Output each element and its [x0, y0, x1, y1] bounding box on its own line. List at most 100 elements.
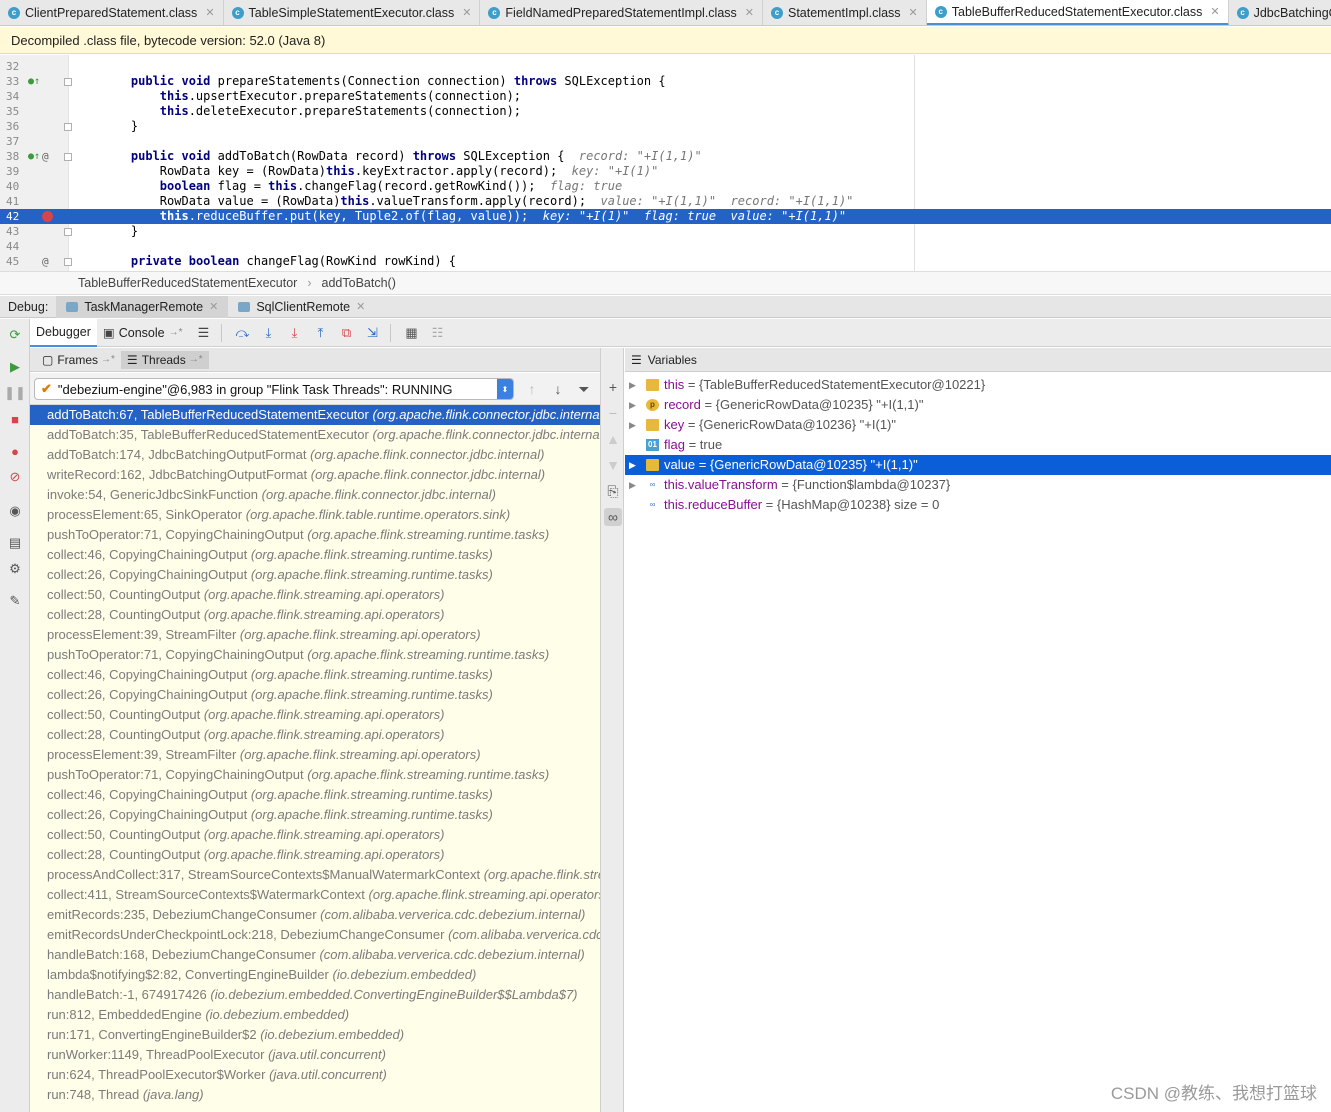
- resume-icon[interactable]: ▶: [7, 359, 23, 375]
- stack-frame[interactable]: pushToOperator:71, CopyingChainingOutput…: [30, 645, 600, 665]
- code-line[interactable]: 39 RowData key = (RowData)this.keyExtrac…: [0, 164, 1331, 179]
- run-to-cursor-icon[interactable]: ⇲: [362, 322, 384, 344]
- editor-tab[interactable]: c TableSimpleStatementExecutor.class ✕: [224, 0, 481, 25]
- variable-row[interactable]: ▶ ∞ this.valueTransform = {Function$lambda…: [625, 475, 1331, 495]
- gear-icon[interactable]: ⚙: [7, 561, 23, 577]
- stack-frame[interactable]: addToBatch:174, JdbcBatchingOutputFormat…: [30, 445, 600, 465]
- close-icon[interactable]: ✕: [1210, 5, 1219, 18]
- tab-session-sqlclientremote[interactable]: SqlClientRemote ✕: [228, 296, 375, 318]
- editor-tab[interactable]: c FieldNamedPreparedStatementImpl.class ✕: [480, 0, 763, 25]
- stack-frame[interactable]: pushToOperator:71, CopyingChainingOutput…: [30, 765, 600, 785]
- tab-frames[interactable]: ▢ Frames →*: [36, 351, 121, 369]
- show-execution-point-icon[interactable]: ☰: [193, 322, 215, 344]
- stack-frame[interactable]: handleBatch:168, DebeziumChangeConsumer …: [30, 945, 600, 965]
- editor-tab[interactable]: c ClientPreparedStatement.class ✕: [0, 0, 224, 25]
- stack-frame[interactable]: invoke:54, GenericJdbcSinkFunction (org.…: [30, 485, 600, 505]
- stack-frame[interactable]: processElement:65, SinkOperator (org.apa…: [30, 505, 600, 525]
- stack-frame[interactable]: emitRecords:235, DebeziumChangeConsumer …: [30, 905, 600, 925]
- code-line[interactable]: 40 boolean flag = this.changeFlag(record…: [0, 179, 1331, 194]
- variable-row[interactable]: ▶ p record = {GenericRowData@10235} "+I(1,…: [625, 395, 1331, 415]
- stack-frame[interactable]: collect:28, CountingOutput (org.apache.f…: [30, 725, 600, 745]
- stack-frame[interactable]: lambda$notifying$2:82, ConvertingEngineB…: [30, 965, 600, 985]
- step-over-icon[interactable]: ⤼: [232, 322, 254, 344]
- stack-frame[interactable]: collect:50, CountingOutput (org.apache.f…: [30, 585, 600, 605]
- arrow-down-icon[interactable]: ↓: [550, 380, 566, 398]
- thread-dropdown[interactable]: ✔ "debezium-engine"@6,983 in group "Flin…: [34, 378, 514, 400]
- rerun-icon[interactable]: ⟳: [7, 327, 23, 343]
- stack-frame[interactable]: collect:50, CountingOutput (org.apache.f…: [30, 705, 600, 725]
- code-line[interactable]: 35 this.deleteExecutor.prepareStatements…: [0, 104, 1331, 119]
- close-icon[interactable]: ✕: [462, 6, 471, 19]
- variable-row[interactable]: ∞ this.reduceBuffer = {HashMap@10238} siz…: [625, 495, 1331, 515]
- layout-icon[interactable]: ▤: [7, 535, 23, 551]
- expand-arrow-icon[interactable]: ▶: [629, 455, 639, 475]
- stack-frame[interactable]: handleBatch:-1, 674917426 (io.debezium.e…: [30, 985, 600, 1005]
- stack-frames-list[interactable]: addToBatch:67, TableBufferReducedStateme…: [30, 405, 600, 1112]
- stack-frame[interactable]: collect:26, CopyingChainingOutput (org.a…: [30, 685, 600, 705]
- stack-frame[interactable]: processElement:39, StreamFilter (org.apa…: [30, 625, 600, 645]
- close-icon[interactable]: ✕: [745, 6, 754, 19]
- stop-icon[interactable]: ■: [7, 411, 23, 427]
- stack-frame[interactable]: run:624, ThreadPoolExecutor$Worker (java…: [30, 1065, 600, 1085]
- expand-arrow-icon[interactable]: ▶: [629, 415, 639, 435]
- code-line[interactable]: 36 }: [0, 119, 1331, 134]
- breakpoint-icon[interactable]: [42, 211, 53, 222]
- stack-frame[interactable]: collect:411, StreamSourceContexts$Waterm…: [30, 885, 600, 905]
- stack-frame[interactable]: addToBatch:67, TableBufferReducedStateme…: [30, 405, 600, 425]
- stack-frame[interactable]: collect:28, CountingOutput (org.apache.f…: [30, 605, 600, 625]
- stack-frame[interactable]: collect:28, CountingOutput (org.apache.f…: [30, 845, 600, 865]
- tab-console[interactable]: ▣ Console →*: [97, 319, 189, 347]
- show-watches-icon[interactable]: ∞: [604, 508, 622, 526]
- fold-marker-icon[interactable]: [64, 258, 72, 266]
- stack-frame[interactable]: runWorker:1149, ThreadPoolExecutor (java…: [30, 1045, 600, 1065]
- variable-row[interactable]: ▶ value = {GenericRowData@10235} "+I(1,1)…: [625, 455, 1331, 475]
- drop-frame-icon[interactable]: ⧉: [336, 322, 358, 344]
- stack-frame[interactable]: processElement:39, StreamFilter (org.apa…: [30, 745, 600, 765]
- implements-method-icon[interactable]: ●↑: [28, 74, 40, 89]
- stack-frame[interactable]: run:812, EmbeddedEngine (io.debezium.emb…: [30, 1005, 600, 1025]
- code-line[interactable]: 45 @ private boolean changeFlag(RowKind r…: [0, 254, 1331, 269]
- tab-debugger[interactable]: Debugger: [30, 318, 97, 347]
- arrow-up-icon[interactable]: ↑: [524, 380, 540, 398]
- stack-frame[interactable]: run:171, ConvertingEngineBuilder$2 (io.d…: [30, 1025, 600, 1045]
- breadcrumb-class[interactable]: TableBufferReducedStatementExecutor: [78, 276, 297, 290]
- tab-threads[interactable]: ☰ Threads →*: [120, 350, 209, 369]
- fold-marker-icon[interactable]: [64, 123, 72, 131]
- fold-marker-icon[interactable]: [64, 228, 72, 236]
- editor-tab[interactable]: c StatementImpl.class ✕: [763, 0, 927, 25]
- close-icon[interactable]: ✕: [209, 300, 218, 313]
- stack-frame[interactable]: writeRecord:162, JdbcBatchingOutputForma…: [30, 465, 600, 485]
- pin-icon[interactable]: ✎: [7, 593, 23, 609]
- expand-arrow-icon[interactable]: ▶: [629, 475, 639, 495]
- stack-frame[interactable]: run:748, Thread (java.lang): [30, 1085, 600, 1105]
- remove-watch-icon[interactable]: −: [604, 404, 622, 422]
- stack-frame[interactable]: collect:50, CountingOutput (org.apache.f…: [30, 825, 600, 845]
- code-line[interactable]: 37: [0, 134, 1331, 149]
- close-icon[interactable]: ✕: [205, 6, 214, 19]
- copy-icon[interactable]: ⎘: [604, 482, 622, 500]
- stack-frame[interactable]: collect:46, CopyingChainingOutput (org.a…: [30, 665, 600, 685]
- stack-frame[interactable]: emitRecordsUnderCheckpointLock:218, Debe…: [30, 925, 600, 945]
- step-out-icon[interactable]: ⤒: [310, 322, 332, 344]
- code-line[interactable]: 42 this.reduceBuffer.put(key, Tuple2.of(…: [0, 209, 1331, 224]
- force-step-into-icon[interactable]: ⤓: [284, 322, 306, 344]
- filter-icon[interactable]: ⏷: [576, 380, 592, 398]
- fold-marker-icon[interactable]: [64, 78, 72, 86]
- variable-row[interactable]: ▶ this = {TableBufferReducedStatementExec…: [625, 375, 1331, 395]
- variables-tree[interactable]: ▶ this = {TableBufferReducedStatementExec…: [625, 375, 1331, 1112]
- code-line[interactable]: 32: [0, 59, 1331, 74]
- code-line[interactable]: 43 }: [0, 224, 1331, 239]
- camera-icon[interactable]: ◉: [7, 503, 23, 519]
- stack-frame[interactable]: collect:46, CopyingChainingOutput (org.a…: [30, 545, 600, 565]
- mute-breakpoints-icon[interactable]: ⊘: [7, 469, 23, 485]
- add-watch-icon[interactable]: +: [604, 378, 622, 396]
- fold-marker-icon[interactable]: [64, 153, 72, 161]
- close-icon[interactable]: ✕: [909, 6, 918, 19]
- editor-tab[interactable]: cJdbcBatchingOutputFormat.class✕: [1229, 0, 1331, 25]
- pause-icon[interactable]: ❚❚: [4, 385, 26, 401]
- expand-arrow-icon[interactable]: ▶: [629, 395, 639, 415]
- implements-method-icon[interactable]: ●↑: [28, 149, 40, 164]
- stack-frame[interactable]: pushToOperator:71, CopyingChainingOutput…: [30, 525, 600, 545]
- step-into-icon[interactable]: ⤓: [258, 322, 280, 344]
- editor-tab[interactable]: c TableBufferReducedStatementExecutor.cla…: [926, 0, 1229, 25]
